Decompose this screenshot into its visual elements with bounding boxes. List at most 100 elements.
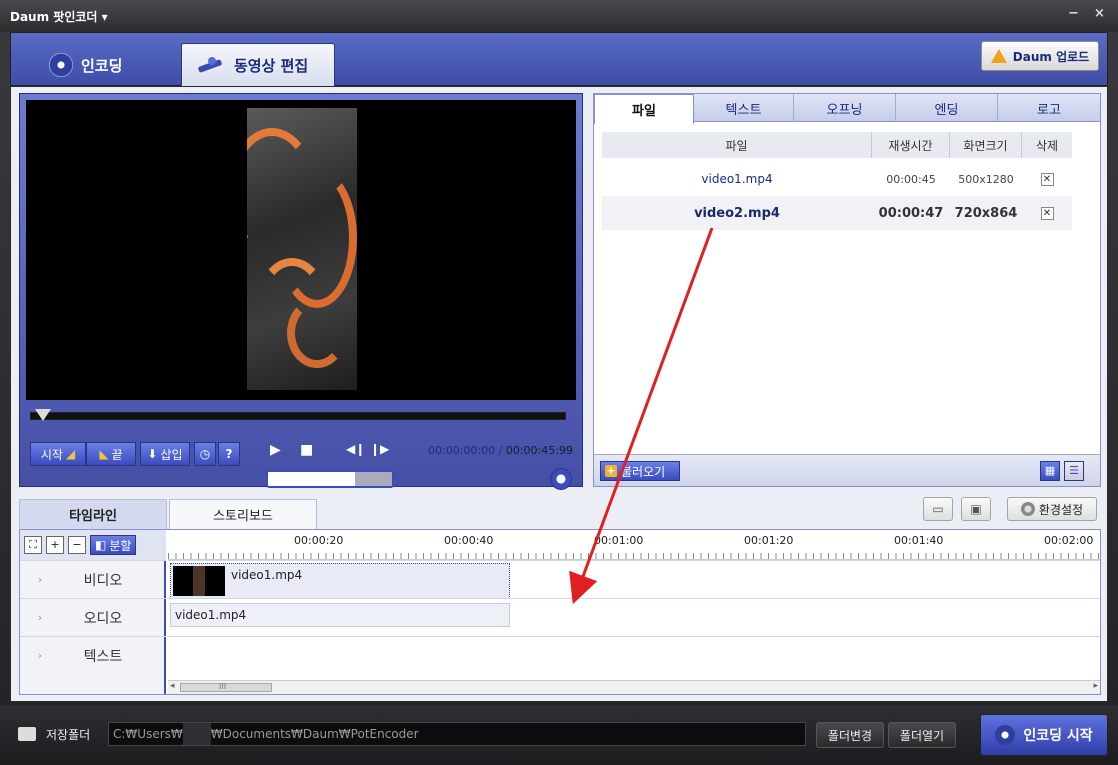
table-row[interactable]: video2.mp4 00:00:47 720x864 ✕ xyxy=(602,196,1072,230)
stop-icon[interactable]: ■ xyxy=(300,442,313,458)
track-video[interactable]: › 비디오 xyxy=(20,560,166,598)
tab-encoding-label: 인코딩 xyxy=(81,56,123,75)
delete-icon[interactable]: ✕ xyxy=(1040,206,1054,220)
header: 인코딩 동영상 편집 Daum 업로드 xyxy=(10,32,1108,87)
mark-end-label: 끝 xyxy=(111,447,123,462)
start-encoding-button[interactable]: 인코딩 시작 xyxy=(980,714,1108,756)
folder-icon xyxy=(18,727,36,741)
open-folder-button[interactable]: 폴더열기 xyxy=(888,722,956,748)
scissors-film-icon xyxy=(196,55,226,77)
chevron-right-icon[interactable]: › xyxy=(20,649,60,662)
minimize-button[interactable]: − xyxy=(1068,6,1079,21)
file-table-header: 파일 재생시간 화면크기 삭제 xyxy=(602,132,1072,158)
grid-view-icon[interactable]: ▦ xyxy=(1040,461,1060,481)
close-button[interactable]: × xyxy=(1094,6,1105,21)
row-file: video2.mp4 xyxy=(694,205,780,221)
video-preview xyxy=(26,100,576,400)
chevron-right-icon[interactable]: › xyxy=(20,611,60,624)
mark-end-button[interactable]: ◣ 끝 xyxy=(86,442,136,466)
mark-start-button[interactable]: 시작 ◢ xyxy=(30,442,86,466)
split-button[interactable]: ◧ 분할 xyxy=(90,535,137,555)
time-ruler[interactable]: 00:00:20 00:00:40 00:01:00 00:01:20 00:0… xyxy=(168,530,1100,560)
speaker-icon[interactable] xyxy=(550,468,572,490)
tab-file[interactable]: 파일 xyxy=(594,94,694,124)
time-separator: / xyxy=(498,444,503,457)
scroll-right-icon[interactable]: ▸ xyxy=(1093,681,1098,691)
insert-button[interactable]: ⬇ 삽입 xyxy=(140,442,190,466)
audio-clip[interactable]: video1.mp4 xyxy=(170,603,510,627)
ruler-label: 00:00:40 xyxy=(444,534,494,547)
track-audio[interactable]: › 오디오 xyxy=(20,598,166,636)
save-path-field[interactable]: C:₩Users₩ ₩Documents₩Daum₩PotEncoder xyxy=(108,722,806,746)
clock-button[interactable]: ◷ xyxy=(194,442,216,466)
start-marker-icon: ◢ xyxy=(65,447,76,461)
next-frame-icon[interactable]: ❙▶ xyxy=(370,442,389,456)
track-text[interactable]: › 텍스트 xyxy=(20,636,166,674)
prev-frame-icon[interactable]: ◀❙ xyxy=(346,442,365,456)
col-delete[interactable]: 삭제 xyxy=(1022,132,1072,158)
start-encoding-label: 인코딩 시작 xyxy=(1023,728,1093,744)
path-prefix: C:₩Users₩ xyxy=(113,727,183,741)
tab-logo[interactable]: 로고 xyxy=(998,94,1100,122)
scroll-thumb[interactable]: III xyxy=(180,682,272,692)
col-size[interactable]: 화면크기 xyxy=(950,132,1022,158)
track-text-label: 텍스트 xyxy=(83,648,123,665)
zoom-out-icon[interactable]: − xyxy=(68,536,86,554)
track-audio-label: 오디오 xyxy=(83,610,123,627)
tab-text[interactable]: 텍스트 xyxy=(694,94,794,122)
app-title[interactable]: Daum 팟인코더 ▾ xyxy=(10,8,108,25)
ruler-ticks xyxy=(168,553,1100,559)
video-track: video1.mp4 xyxy=(168,560,1100,599)
seek-thumb[interactable] xyxy=(35,409,51,421)
file-panel-tabs: 파일 텍스트 오프닝 엔딩 로고 xyxy=(594,94,1100,124)
scroll-left-icon[interactable]: ◂ xyxy=(170,681,175,691)
timeline-track-headers: ⛶ + − ◧ 분할 › 비디오 › 오디오 › 텍스트 xyxy=(20,530,166,694)
tab-encoding[interactable]: 인코딩 xyxy=(35,43,136,87)
list-view-icon[interactable]: ☰ xyxy=(1064,461,1084,481)
fit-icon[interactable]: ⛶ xyxy=(24,536,42,554)
clock-icon: ◷ xyxy=(199,447,211,461)
load-file-button[interactable]: + 불러오기 xyxy=(600,461,680,481)
volume-slider[interactable] xyxy=(266,470,394,488)
row-file: video1.mp4 xyxy=(701,172,773,186)
tab-video-edit[interactable]: 동영상 편집 xyxy=(181,43,335,87)
col-file[interactable]: 파일 xyxy=(602,132,872,158)
table-row[interactable]: video1.mp4 00:00:45 500x1280 ✕ xyxy=(602,162,1072,196)
col-duration[interactable]: 재생시간 xyxy=(872,132,950,158)
file-panel-footer: + 불러오기 ▦ ☰ xyxy=(594,454,1100,486)
load-file-label: 불러오기 xyxy=(621,464,666,479)
audio-track: video1.mp4 xyxy=(168,598,1100,636)
plus-icon: + xyxy=(605,464,617,477)
delete-icon[interactable]: ✕ xyxy=(1040,172,1054,186)
play-icon[interactable]: ▶ xyxy=(270,442,281,458)
tab-ending[interactable]: 엔딩 xyxy=(896,94,998,122)
app-window: Daum 팟인코더 ▾ − × 인코딩 동영상 편집 Daum 업로드 시작 ◢… xyxy=(0,0,1118,765)
settings-label: 환경설정 xyxy=(1038,502,1084,517)
seek-bar[interactable] xyxy=(30,409,566,421)
chevron-down-icon[interactable]: ▾ xyxy=(102,10,108,24)
video-clip-label: video1.mp4 xyxy=(231,568,303,582)
track-video-label: 비디오 xyxy=(83,572,123,589)
tab-storyboard[interactable]: 스토리보드 xyxy=(169,499,317,529)
tab-timeline[interactable]: 타임라인 xyxy=(19,499,167,529)
timeline-scrollbar[interactable]: ◂ III ▸ xyxy=(168,680,1100,694)
upload-arrow-icon xyxy=(990,49,1007,63)
video-panel: 시작 ◢ ◣ 끝 ⬇ 삽입 ◷ ? ▶ ■ ◀❙ ❙▶ 00:00:00:00 … xyxy=(19,93,583,490)
film-reel-icon xyxy=(49,53,73,77)
tab-opening[interactable]: 오프닝 xyxy=(794,94,896,122)
help-button[interactable]: ? xyxy=(218,442,240,466)
video-clip[interactable]: video1.mp4 xyxy=(170,563,510,599)
total-time: 00:00:45:99 xyxy=(505,444,573,457)
change-folder-button[interactable]: 폴더변경 xyxy=(816,722,884,748)
settings-button[interactable]: 환경설정 xyxy=(1007,497,1097,521)
video-frame-image xyxy=(247,108,357,390)
gear-icon xyxy=(1020,502,1035,516)
daum-upload-button[interactable]: Daum 업로드 xyxy=(981,41,1099,71)
zoom-in-icon[interactable]: + xyxy=(46,536,64,554)
save-icon[interactable]: ▣ xyxy=(961,497,991,521)
main-panel: 시작 ◢ ◣ 끝 ⬇ 삽입 ◷ ? ▶ ■ ◀❙ ❙▶ 00:00:00:00 … xyxy=(10,86,1108,702)
chevron-right-icon[interactable]: › xyxy=(20,573,60,586)
open-folder-icon[interactable]: ▭ xyxy=(923,497,953,521)
ruler-label: 00:02:00 xyxy=(1044,534,1094,547)
scroll-thumb-grip: III xyxy=(219,682,227,691)
